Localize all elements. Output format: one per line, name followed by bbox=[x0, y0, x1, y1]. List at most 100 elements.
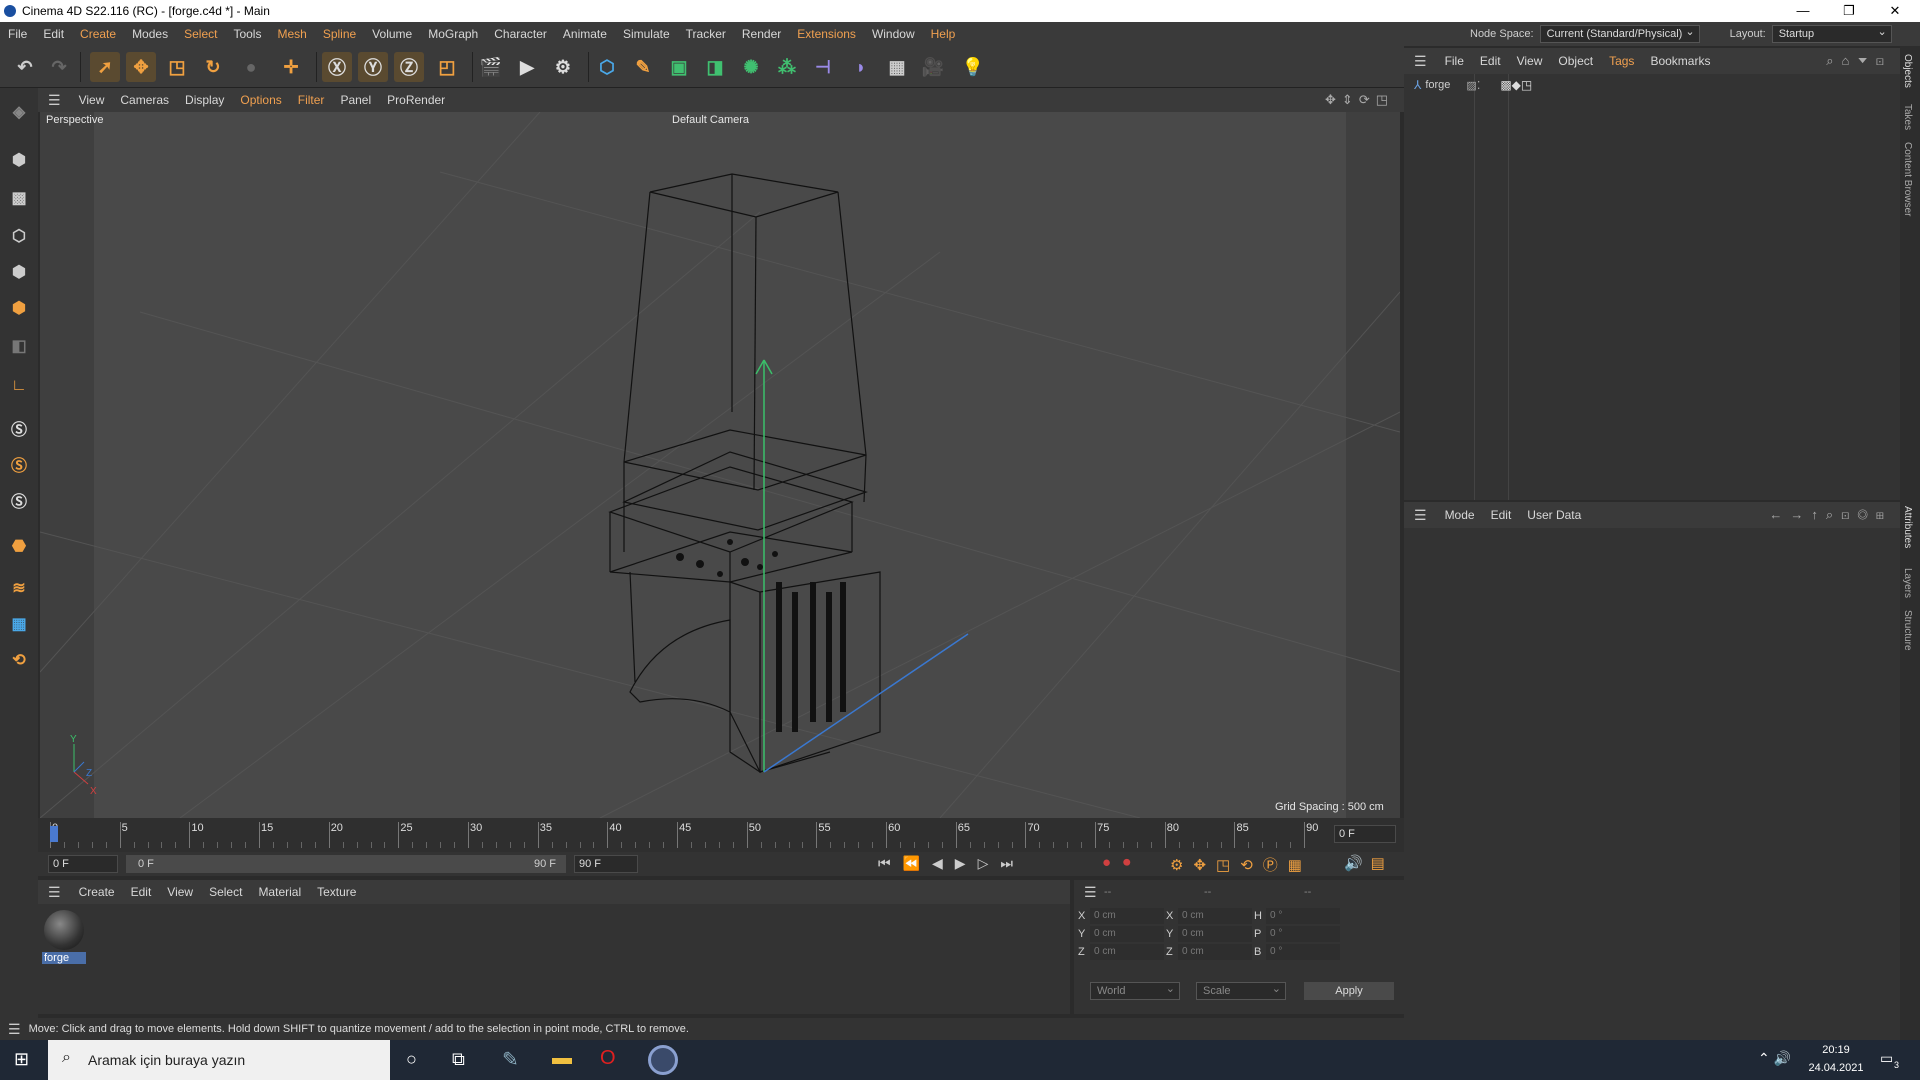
obj-menu-file[interactable]: File bbox=[1437, 54, 1472, 68]
menu-animate[interactable]: Animate bbox=[555, 27, 615, 41]
menu-window[interactable]: Window bbox=[864, 27, 923, 41]
render-view-icon[interactable]: ▶ bbox=[512, 52, 542, 82]
vp-menu-display[interactable]: Display bbox=[177, 93, 232, 107]
vp-menu-panel[interactable]: Panel bbox=[332, 93, 379, 107]
task-view-icon[interactable]: ⧉ bbox=[452, 1049, 465, 1070]
apply-button[interactable]: Apply bbox=[1304, 982, 1394, 1000]
coord-value-field[interactable]: 0 cm bbox=[1178, 944, 1252, 960]
uv-mode-icon[interactable]: ◧ bbox=[5, 332, 33, 360]
menu-render[interactable]: Render bbox=[734, 27, 789, 41]
render-settings-icon[interactable]: ⚙ bbox=[548, 52, 578, 82]
extrude-icon[interactable]: ◨ bbox=[700, 52, 730, 82]
material-name[interactable]: forge bbox=[42, 952, 86, 964]
playhead[interactable] bbox=[50, 826, 58, 842]
lock-workplane-icon[interactable]: ⟲ bbox=[5, 646, 33, 674]
magnet-icon[interactable]: ⬣ bbox=[5, 532, 33, 560]
cinema4d-taskbar-icon[interactable] bbox=[648, 1045, 678, 1075]
file-explorer-icon[interactable]: ▬ bbox=[552, 1047, 572, 1070]
3d-viewport[interactable]: Y Z X bbox=[40, 112, 1400, 818]
mat-menu-edit[interactable]: Edit bbox=[123, 885, 160, 899]
light-icon[interactable]: 💡 bbox=[958, 52, 988, 82]
menu-edit[interactable]: Edit bbox=[35, 27, 72, 41]
menu-mesh[interactable]: Mesh bbox=[269, 27, 314, 41]
attr-menu-edit[interactable]: Edit bbox=[1483, 508, 1520, 522]
clock-date[interactable]: 24.04.2021 bbox=[1806, 1062, 1866, 1074]
mat-menu-texture[interactable]: Texture bbox=[309, 885, 364, 899]
menu-tools[interactable]: Tools bbox=[225, 27, 269, 41]
workplane-grid-icon[interactable]: ≋ bbox=[5, 574, 33, 602]
texture-mode-icon[interactable]: ▩ bbox=[5, 184, 33, 212]
obj-menu-view[interactable]: View bbox=[1509, 54, 1551, 68]
attr-menu-mode[interactable]: Mode bbox=[1437, 508, 1483, 522]
coord-value-field[interactable]: 0 ° bbox=[1266, 908, 1340, 924]
range-slider[interactable]: 0 F 90 F bbox=[126, 855, 566, 873]
notification-icon[interactable]: ▭ bbox=[1880, 1050, 1893, 1067]
select-tool-icon[interactable]: ➚ bbox=[90, 52, 120, 82]
viewport-menu-icon[interactable]: ☰ bbox=[38, 92, 71, 109]
make-editable-icon[interactable]: ◈ bbox=[5, 98, 33, 126]
tab-content-browser[interactable]: Content Browser bbox=[1902, 142, 1913, 216]
axis-z-lock-icon[interactable]: Ⓩ bbox=[394, 52, 424, 82]
subdivision-icon[interactable]: ▣ bbox=[664, 52, 694, 82]
keyframe-icons[interactable]: ⚙✥◳⟲Ⓟ▦ bbox=[1170, 854, 1312, 875]
windows-start-icon[interactable]: ⊞ bbox=[14, 1049, 29, 1070]
material-thumbnail[interactable] bbox=[44, 910, 84, 950]
obj-menu-object[interactable]: Object bbox=[1550, 54, 1601, 68]
menu-extensions[interactable]: Extensions bbox=[789, 27, 864, 41]
menu-tracker[interactable]: Tracker bbox=[678, 27, 734, 41]
vp-menu-options[interactable]: Options bbox=[232, 93, 289, 107]
edges-mode-icon[interactable]: ⬢ bbox=[5, 258, 33, 286]
menu-create[interactable]: Create bbox=[72, 27, 124, 41]
record-icon[interactable]: ●⏺ bbox=[1102, 854, 1143, 871]
points-mode-icon[interactable]: ⬡ bbox=[5, 222, 33, 250]
object-search-icons[interactable]: ⌕⌂⏷⊡ bbox=[1826, 53, 1892, 69]
coord-value-field[interactable]: 0 cm bbox=[1090, 908, 1164, 924]
obj-menu-edit[interactable]: Edit bbox=[1472, 54, 1509, 68]
coord-value-field[interactable]: 0 ° bbox=[1266, 944, 1340, 960]
menu-select[interactable]: Select bbox=[176, 27, 225, 41]
start-frame-field[interactable]: 0 F bbox=[48, 855, 118, 873]
clock-time[interactable]: 20:19 bbox=[1806, 1044, 1866, 1056]
attribute-nav-icons[interactable]: ←→↑⌕⊡◎⊞ bbox=[1769, 507, 1892, 523]
redo-icon[interactable]: ↷ bbox=[44, 52, 74, 82]
scale-tool-icon[interactable]: ◳ bbox=[162, 52, 192, 82]
object-row-forge[interactable]: ⅄ forge ▨⁚ ▩◆◳ bbox=[1414, 78, 1532, 92]
tab-objects[interactable]: Objects bbox=[1902, 54, 1913, 88]
vp-menu-filter[interactable]: Filter bbox=[290, 93, 333, 107]
camera-icon[interactable]: 🎥 bbox=[918, 52, 948, 82]
menu-spline[interactable]: Spline bbox=[315, 27, 364, 41]
axis-y-lock-icon[interactable]: Ⓨ bbox=[358, 52, 388, 82]
add-tool-icon[interactable]: ✛ bbox=[276, 52, 306, 82]
render-region-icon[interactable]: 🎬 bbox=[476, 52, 506, 82]
floor-icon[interactable]: ▦ bbox=[882, 52, 912, 82]
coord-system-dropdown[interactable]: World bbox=[1090, 981, 1180, 1000]
cortana-icon[interactable]: ○ bbox=[406, 1049, 417, 1070]
end-frame-field[interactable]: 90 F bbox=[574, 855, 638, 873]
move-tool-icon[interactable]: ✥ bbox=[126, 52, 156, 82]
workplane-icon[interactable]: ∟ bbox=[5, 372, 33, 400]
mat-menu-view[interactable]: View bbox=[159, 885, 201, 899]
tab-layers[interactable]: Layers bbox=[1902, 568, 1913, 598]
tags-icon[interactable]: ▩◆◳ bbox=[1500, 78, 1532, 92]
menu-help[interactable]: Help bbox=[923, 27, 964, 41]
object-menu-icon[interactable]: ☰ bbox=[1404, 53, 1437, 70]
attr-menu-user-data[interactable]: User Data bbox=[1519, 508, 1589, 522]
vp-menu-cameras[interactable]: Cameras bbox=[112, 93, 177, 107]
mat-menu-create[interactable]: Create bbox=[71, 885, 123, 899]
deformer-icon[interactable]: ⊣ bbox=[808, 52, 838, 82]
snap-settings-icon[interactable]: Ⓢ bbox=[5, 450, 33, 478]
quantize-icon[interactable]: Ⓢ bbox=[5, 486, 33, 514]
taskbar-search[interactable]: ⌕ Aramak için buraya yazın bbox=[48, 1040, 390, 1080]
size-mode-dropdown[interactable]: Scale bbox=[1196, 981, 1286, 1000]
visibility-icon[interactable]: ▨⁚ bbox=[1466, 79, 1480, 92]
coord-value-field[interactable]: 0 cm bbox=[1178, 908, 1252, 924]
attribute-menu-icon[interactable]: ☰ bbox=[1404, 507, 1437, 524]
coord-value-field[interactable]: 0 ° bbox=[1266, 926, 1340, 942]
layout-dropdown[interactable]: Startup bbox=[1771, 24, 1892, 43]
material-menu-icon[interactable]: ☰ bbox=[38, 884, 71, 901]
menu-modes[interactable]: Modes bbox=[124, 27, 176, 41]
timeline-settings-icon[interactable]: 🔊▤ bbox=[1344, 854, 1393, 872]
object-name[interactable]: forge bbox=[1425, 79, 1450, 91]
tab-structure[interactable]: Structure bbox=[1902, 610, 1913, 651]
axis-x-lock-icon[interactable]: Ⓧ bbox=[322, 52, 352, 82]
